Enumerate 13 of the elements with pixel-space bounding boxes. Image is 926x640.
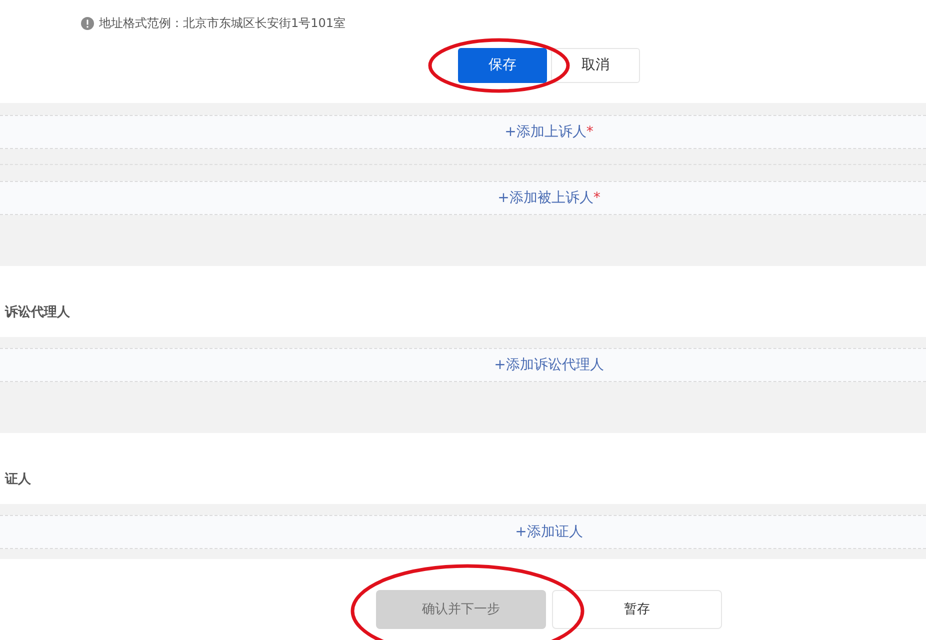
secondary-button[interactable]: 取消	[551, 48, 640, 83]
add-row-button[interactable]: +添加被上诉人*	[0, 181, 926, 215]
section-title: 诉讼代理人	[5, 305, 70, 320]
primary-button[interactable]: 保存	[458, 48, 547, 83]
add-row-button[interactable]: +添加诉讼代理人	[0, 348, 926, 382]
exclamation-circle-icon	[81, 16, 94, 30]
secondary-button[interactable]: 暂存	[552, 590, 722, 629]
address-format-hint: 地址格式范例：北京市东城区长安街1号101室	[99, 15, 346, 31]
required-asterisk: *	[586, 122, 594, 142]
required-asterisk: *	[593, 188, 600, 208]
add-row-button[interactable]: +添加证人	[0, 515, 926, 549]
add-row-button[interactable]: +添加上诉人*	[0, 115, 926, 149]
section-title: 证人	[5, 472, 31, 487]
